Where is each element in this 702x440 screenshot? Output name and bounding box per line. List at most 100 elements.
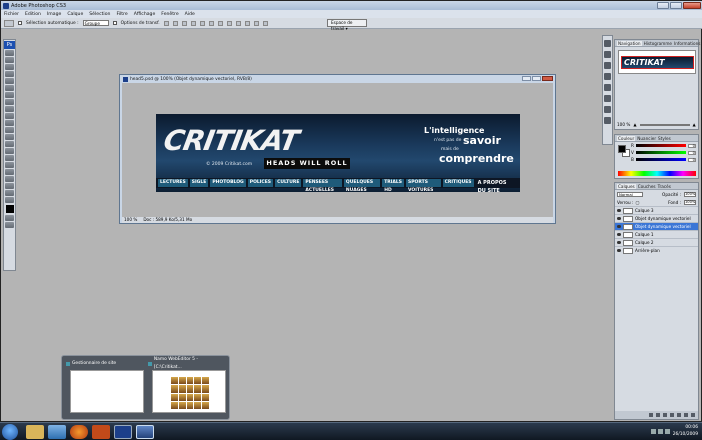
align-middle-icon[interactable] bbox=[172, 20, 178, 26]
notes-tool-icon[interactable] bbox=[5, 176, 14, 182]
green-value[interactable]: 0 bbox=[687, 150, 696, 155]
distribute-center-icon[interactable] bbox=[253, 20, 259, 26]
character-panel-icon[interactable] bbox=[604, 84, 611, 91]
transform-controls-checkbox[interactable] bbox=[112, 21, 117, 25]
foreground-color-swatch[interactable] bbox=[5, 205, 14, 213]
pen-tool-icon[interactable] bbox=[5, 162, 14, 168]
align-left-icon[interactable] bbox=[190, 20, 196, 26]
layer-row[interactable]: Objet dynamique vectoriel bbox=[615, 214, 698, 222]
navigator-view-box[interactable]: CRITIKAT bbox=[621, 56, 694, 69]
tab-traces[interactable]: Tracés bbox=[658, 184, 671, 189]
link-layers-icon[interactable] bbox=[649, 413, 653, 417]
foreground-color-swatch-panel[interactable] bbox=[618, 145, 626, 153]
tab-couleur[interactable]: Couleur bbox=[617, 135, 636, 141]
photoshop-taskbar-icon[interactable] bbox=[114, 425, 132, 439]
volume-icon[interactable] bbox=[658, 429, 663, 434]
adjustment-layer-icon[interactable] bbox=[670, 413, 674, 417]
navigator-zoom-slider[interactable] bbox=[639, 123, 690, 126]
menu-aide[interactable]: Aide bbox=[185, 12, 195, 17]
flag-icon[interactable] bbox=[665, 429, 670, 434]
illustrator-icon[interactable] bbox=[92, 425, 110, 439]
distribute-middle-icon[interactable] bbox=[226, 20, 232, 26]
align-center-icon[interactable] bbox=[199, 20, 205, 26]
close-button[interactable] bbox=[683, 2, 701, 9]
layer-style-icon[interactable] bbox=[656, 413, 660, 417]
tool-presets-panel-icon[interactable] bbox=[604, 117, 611, 124]
red-value[interactable]: 0 bbox=[687, 143, 696, 148]
history-panel-icon[interactable] bbox=[604, 40, 611, 47]
distribute-bottom-icon[interactable] bbox=[235, 20, 241, 26]
tab-navigation[interactable]: Navigation bbox=[617, 40, 642, 46]
navigator-thumbnail[interactable]: CRITIKAT bbox=[618, 50, 696, 74]
brushes-panel-icon[interactable] bbox=[604, 62, 611, 69]
document-info[interactable]: Doc : 589,9 Ko/5,31 Mo bbox=[143, 217, 192, 223]
menu-calque[interactable]: Calque bbox=[67, 12, 83, 17]
clone-source-panel-icon[interactable] bbox=[604, 73, 611, 80]
menu-filtre[interactable]: Filtre bbox=[116, 12, 127, 17]
dodge-tool-icon[interactable] bbox=[5, 141, 14, 147]
blue-slider[interactable] bbox=[635, 158, 686, 161]
crop-tool-icon[interactable] bbox=[5, 78, 14, 84]
align-right-icon[interactable] bbox=[208, 20, 214, 26]
eraser-tool-icon[interactable] bbox=[5, 120, 14, 126]
align-top-icon[interactable] bbox=[163, 20, 169, 26]
fill-field[interactable]: 100% bbox=[684, 199, 696, 205]
distribute-top-icon[interactable] bbox=[217, 20, 223, 26]
zoom-tool-icon[interactable] bbox=[5, 197, 14, 203]
paragraph-panel-icon[interactable] bbox=[604, 95, 611, 102]
type-tool-icon[interactable] bbox=[5, 155, 14, 161]
eye-icon[interactable] bbox=[617, 233, 621, 236]
green-slider[interactable] bbox=[635, 151, 686, 154]
shape-tool-icon[interactable] bbox=[5, 169, 14, 175]
document-title-bar[interactable]: head5.psd @ 100% (Objet dynamique vector… bbox=[120, 75, 555, 83]
eyedropper-tool-icon[interactable] bbox=[5, 183, 14, 189]
layer-row-selected[interactable]: Objet dynamique vectoriel bbox=[615, 222, 698, 230]
new-group-icon[interactable] bbox=[677, 413, 681, 417]
magic-wand-tool-icon[interactable] bbox=[5, 71, 14, 77]
blur-tool-icon[interactable] bbox=[5, 134, 14, 140]
distribute-right-icon[interactable] bbox=[262, 20, 268, 26]
tab-couches[interactable]: Couches bbox=[638, 184, 656, 189]
hand-tool-icon[interactable] bbox=[5, 190, 14, 196]
layer-row[interactable]: Calque 1 bbox=[615, 230, 698, 238]
lock-icon[interactable]: ▢ bbox=[635, 200, 639, 205]
history-brush-tool-icon[interactable] bbox=[5, 113, 14, 119]
maximize-button[interactable] bbox=[670, 2, 682, 9]
namo-taskbar-icon[interactable] bbox=[136, 425, 154, 439]
menu-fichier[interactable]: Fichier bbox=[4, 12, 19, 17]
marquee-tool-icon[interactable] bbox=[5, 57, 14, 63]
menu-selection[interactable]: Sélection bbox=[89, 12, 110, 17]
eye-icon[interactable] bbox=[617, 241, 621, 244]
layer-comps-panel-icon[interactable] bbox=[604, 106, 611, 113]
auto-select-checkbox[interactable] bbox=[18, 21, 22, 25]
tab-calques[interactable]: Calques bbox=[617, 183, 636, 189]
layer-row[interactable]: Calque 2 bbox=[615, 238, 698, 246]
path-selection-tool-icon[interactable] bbox=[5, 148, 14, 154]
layer-row[interactable]: Calque 3 bbox=[615, 206, 698, 214]
document-minimize-button[interactable] bbox=[522, 76, 531, 81]
eye-icon[interactable] bbox=[617, 225, 621, 228]
explorer-icon[interactable] bbox=[26, 425, 44, 439]
network-icon[interactable] bbox=[651, 429, 656, 434]
slice-tool-icon[interactable] bbox=[5, 85, 14, 91]
preview-site-manager[interactable]: Gestionnaire de site bbox=[66, 360, 144, 418]
canvas-area[interactable]: CRITIKAT © 2009 Critikat.com HEADS WILL … bbox=[122, 83, 553, 217]
title-bar[interactable]: Adobe Photoshop CS3 bbox=[1, 1, 702, 10]
firefox-icon[interactable] bbox=[70, 425, 88, 439]
tab-styles[interactable]: Styles bbox=[658, 136, 671, 141]
zoom-in-icon[interactable]: ▲ bbox=[693, 122, 696, 127]
layer-mask-icon[interactable] bbox=[663, 413, 667, 417]
move-tool-preset-icon[interactable] bbox=[4, 19, 14, 27]
new-layer-icon[interactable] bbox=[684, 413, 688, 417]
document-zoom[interactable]: 100 % bbox=[124, 217, 137, 223]
gradient-tool-icon[interactable] bbox=[5, 127, 14, 133]
menu-edition[interactable]: Edition bbox=[25, 12, 41, 17]
preview-namo-webeditor[interactable]: Namo WebEditor 5 - [C:\Critikat... bbox=[148, 357, 226, 418]
document-close-button[interactable] bbox=[542, 76, 553, 81]
menu-affichage[interactable]: Affichage bbox=[134, 12, 156, 17]
distribute-left-icon[interactable] bbox=[244, 20, 250, 26]
tab-histogramme[interactable]: Histogramme bbox=[644, 41, 672, 46]
media-player-icon[interactable] bbox=[48, 425, 66, 439]
layer-row[interactable]: Arrière-plan bbox=[615, 246, 698, 254]
clone-stamp-tool-icon[interactable] bbox=[5, 106, 14, 112]
